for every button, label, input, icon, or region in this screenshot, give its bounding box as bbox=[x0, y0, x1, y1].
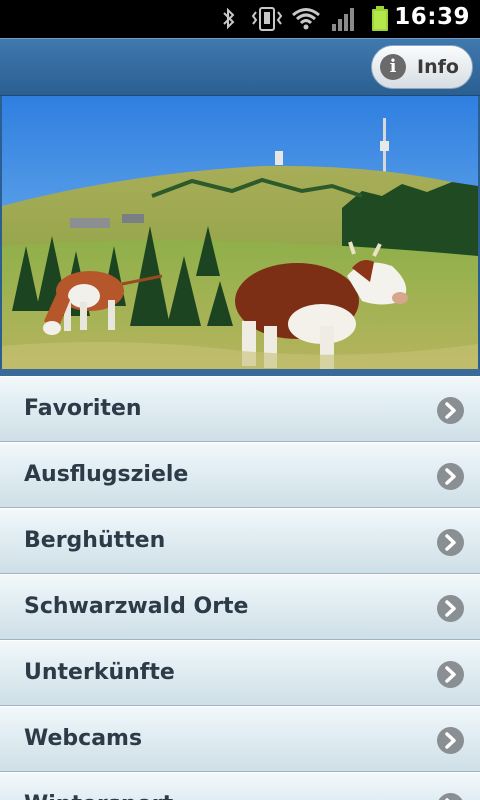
menu-item-ausflugsziele[interactable]: Ausflugsziele bbox=[0, 442, 480, 508]
wifi-icon bbox=[292, 8, 320, 30]
chevron-right-icon bbox=[437, 463, 464, 490]
menu-item-favoriten[interactable]: Favoriten bbox=[0, 376, 480, 442]
clock: 16:39 bbox=[394, 4, 470, 30]
menu-item-unterkuenfte[interactable]: Unterkünfte bbox=[0, 640, 480, 706]
chevron-right-icon bbox=[437, 529, 464, 556]
bluetooth-icon bbox=[223, 7, 235, 30]
main-menu: Favoriten Ausflugsziele Berghütten Schwa… bbox=[0, 376, 480, 800]
menu-item-label: Schwarzwald Orte bbox=[24, 594, 249, 619]
menu-item-label: Unterkünfte bbox=[24, 660, 175, 685]
chevron-right-icon bbox=[437, 661, 464, 688]
hero-image bbox=[0, 96, 480, 372]
menu-item-wintersport[interactable]: Wintersport bbox=[0, 772, 480, 800]
chevron-right-icon bbox=[437, 595, 464, 622]
menu-item-webcams[interactable]: Webcams bbox=[0, 706, 480, 772]
status-bar: 16:39 bbox=[0, 0, 480, 38]
info-icon: i bbox=[380, 54, 406, 80]
chevron-right-icon bbox=[437, 793, 464, 800]
menu-item-label: Berghütten bbox=[24, 528, 166, 553]
info-button-label: Info bbox=[417, 56, 459, 78]
menu-item-label: Ausflugsziele bbox=[24, 462, 189, 487]
chevron-right-icon bbox=[437, 727, 464, 754]
hero-divider bbox=[0, 369, 480, 376]
menu-item-label: Webcams bbox=[24, 726, 143, 751]
info-button[interactable]: i Info bbox=[371, 45, 473, 89]
signal-icon bbox=[332, 8, 354, 31]
chevron-right-icon bbox=[437, 397, 464, 424]
menu-item-label: Favoriten bbox=[24, 396, 142, 421]
menu-item-berghuetten[interactable]: Berghütten bbox=[0, 508, 480, 574]
app-header: i Info bbox=[0, 38, 480, 96]
meadow-cows-illustration bbox=[2, 96, 478, 372]
menu-item-schwarzwald-orte[interactable]: Schwarzwald Orte bbox=[0, 574, 480, 640]
vibrate-icon bbox=[251, 7, 283, 31]
battery-icon bbox=[372, 6, 388, 31]
menu-item-label: Wintersport bbox=[24, 792, 173, 800]
